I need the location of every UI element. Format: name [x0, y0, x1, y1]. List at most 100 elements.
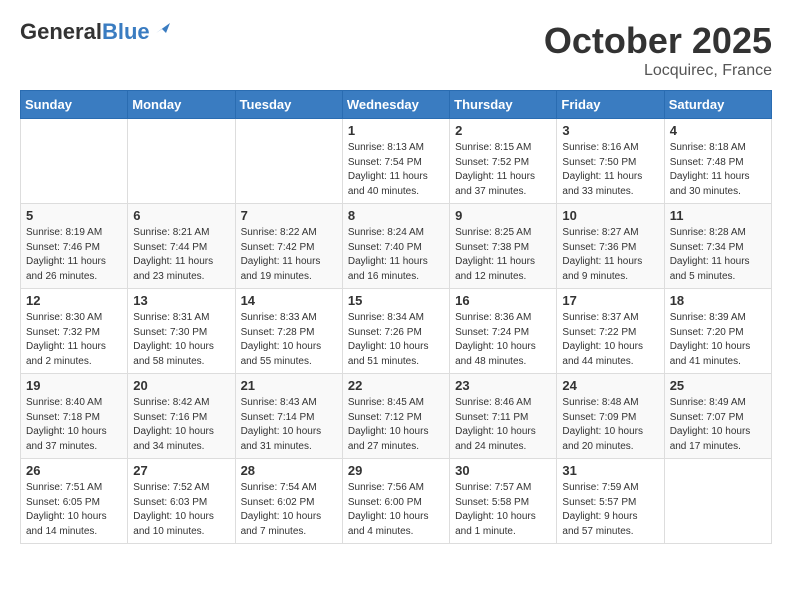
day-number: 15 [348, 293, 444, 308]
calendar-cell: 23 Sunrise: 8:46 AM Sunset: 7:11 PM Dayli… [450, 374, 557, 459]
calendar-cell [235, 119, 342, 204]
week-row-3: 12Sunrise: 8:30 AM Sunset: 7:32 PM Dayli… [21, 289, 772, 374]
calendar-cell: 8Sunrise: 8:24 AM Sunset: 7:40 PM Daylig… [342, 204, 449, 289]
weekday-header-sunday: Sunday [21, 91, 128, 119]
day-info: Sunrise: 7:51 AM Sunset: 6:05 PM Dayligh… [26, 481, 122, 539]
day-number: 22 [348, 378, 444, 393]
day-number: 21 [241, 378, 337, 393]
calendar-cell: 20Sunrise: 8:42 AM Sunset: 7:16 PM Dayli… [128, 374, 235, 459]
day-number: 11 [670, 208, 766, 223]
calendar-cell: 14 Sunrise: 8:33 AM Sunset: 7:28 PM Dayli… [235, 289, 342, 374]
weekday-header-row: SundayMondayTuesdayWednesdayThursdayFrid… [21, 91, 772, 119]
calendar-cell: 26 Sunrise: 7:51 AM Sunset: 6:05 PM Dayli… [21, 459, 128, 544]
day-info: Sunrise: 8:28 AM Sunset: 7:34 PM Dayligh… [670, 226, 766, 284]
calendar-cell: 1 Sunrise: 8:13 AM Sunset: 7:54 PM Daylig… [342, 119, 449, 204]
calendar-cell: 30 Sunrise: 7:57 AM Sunset: 5:58 PM Dayli… [450, 459, 557, 544]
calendar-cell: 6 Sunrise: 8:21 AM Sunset: 7:44 PM Daylig… [128, 204, 235, 289]
day-info: Sunrise: 7:54 AM Sunset: 6:02 PM Dayligh… [241, 481, 337, 539]
day-info: Sunrise: 8:49 AM Sunset: 7:07 PM Dayligh… [670, 396, 766, 454]
calendar-cell: 16 Sunrise: 8:36 AM Sunset: 7:24 PM Dayli… [450, 289, 557, 374]
day-info: Sunrise: 8:31 AM Sunset: 7:30 PM Dayligh… [133, 311, 229, 369]
day-info: Sunrise: 8:25 AM Sunset: 7:38 PM Dayligh… [455, 226, 551, 284]
weekday-header-monday: Monday [128, 91, 235, 119]
day-number: 2 [455, 123, 551, 138]
day-number: 7 [241, 208, 337, 223]
weekday-header-wednesday: Wednesday [342, 91, 449, 119]
calendar-cell: 19Sunrise: 8:40 AM Sunset: 7:18 PM Dayli… [21, 374, 128, 459]
calendar-cell: 21 Sunrise: 8:43 AM Sunset: 7:14 PM Dayli… [235, 374, 342, 459]
day-number: 30 [455, 463, 551, 478]
logo-general: GeneralBlue [20, 20, 150, 44]
day-info: Sunrise: 7:52 AM Sunset: 6:03 PM Dayligh… [133, 481, 229, 539]
calendar-cell [21, 119, 128, 204]
calendar-cell: 5 Sunrise: 8:19 AM Sunset: 7:46 PM Daylig… [21, 204, 128, 289]
weekday-header-thursday: Thursday [450, 91, 557, 119]
day-number: 1 [348, 123, 444, 138]
weekday-header-friday: Friday [557, 91, 664, 119]
day-number: 6 [133, 208, 229, 223]
calendar-cell: 27 Sunrise: 7:52 AM Sunset: 6:03 PM Dayli… [128, 459, 235, 544]
day-number: 17 [562, 293, 658, 308]
calendar-cell: 3 Sunrise: 8:16 AM Sunset: 7:50 PM Daylig… [557, 119, 664, 204]
day-number: 20 [133, 378, 229, 393]
week-row-1: 1 Sunrise: 8:13 AM Sunset: 7:54 PM Daylig… [21, 119, 772, 204]
calendar-cell: 29Sunrise: 7:56 AM Sunset: 6:00 PM Dayli… [342, 459, 449, 544]
calendar-cell: 2 Sunrise: 8:15 AM Sunset: 7:52 PM Daylig… [450, 119, 557, 204]
day-number: 27 [133, 463, 229, 478]
day-info: Sunrise: 8:22 AM Sunset: 7:42 PM Dayligh… [241, 226, 337, 284]
calendar-cell [664, 459, 771, 544]
calendar-cell: 10 Sunrise: 8:27 AM Sunset: 7:36 PM Dayli… [557, 204, 664, 289]
calendar-cell: 11 Sunrise: 8:28 AM Sunset: 7:34 PM Dayli… [664, 204, 771, 289]
day-info: Sunrise: 8:27 AM Sunset: 7:36 PM Dayligh… [562, 226, 658, 284]
day-number: 26 [26, 463, 122, 478]
day-info: Sunrise: 8:18 AM Sunset: 7:48 PM Dayligh… [670, 141, 766, 199]
day-number: 16 [455, 293, 551, 308]
day-info: Sunrise: 8:46 AM Sunset: 7:11 PM Dayligh… [455, 396, 551, 454]
calendar-cell: 4Sunrise: 8:18 AM Sunset: 7:48 PM Daylig… [664, 119, 771, 204]
week-row-2: 5 Sunrise: 8:19 AM Sunset: 7:46 PM Daylig… [21, 204, 772, 289]
logo-bird-icon [152, 19, 170, 37]
day-info: Sunrise: 8:19 AM Sunset: 7:46 PM Dayligh… [26, 226, 122, 284]
day-info: Sunrise: 8:37 AM Sunset: 7:22 PM Dayligh… [562, 311, 658, 369]
week-row-4: 19Sunrise: 8:40 AM Sunset: 7:18 PM Dayli… [21, 374, 772, 459]
calendar-cell: 13 Sunrise: 8:31 AM Sunset: 7:30 PM Dayli… [128, 289, 235, 374]
month-title: October 2025 [544, 20, 772, 62]
day-number: 13 [133, 293, 229, 308]
weekday-header-saturday: Saturday [664, 91, 771, 119]
calendar-cell: 28Sunrise: 7:54 AM Sunset: 6:02 PM Dayli… [235, 459, 342, 544]
day-info: Sunrise: 8:15 AM Sunset: 7:52 PM Dayligh… [455, 141, 551, 199]
day-info: Sunrise: 7:57 AM Sunset: 5:58 PM Dayligh… [455, 481, 551, 539]
title-area: October 2025 Locquirec, France [544, 20, 772, 80]
day-info: Sunrise: 8:21 AM Sunset: 7:44 PM Dayligh… [133, 226, 229, 284]
day-info: Sunrise: 8:13 AM Sunset: 7:54 PM Dayligh… [348, 141, 444, 199]
day-info: Sunrise: 8:16 AM Sunset: 7:50 PM Dayligh… [562, 141, 658, 199]
day-info: Sunrise: 8:39 AM Sunset: 7:20 PM Dayligh… [670, 311, 766, 369]
day-number: 10 [562, 208, 658, 223]
day-number: 9 [455, 208, 551, 223]
day-number: 23 [455, 378, 551, 393]
calendar-cell: 31Sunrise: 7:59 AM Sunset: 5:57 PM Dayli… [557, 459, 664, 544]
calendar-table: SundayMondayTuesdayWednesdayThursdayFrid… [20, 90, 772, 544]
calendar-cell: 24 Sunrise: 8:48 AM Sunset: 7:09 PM Dayli… [557, 374, 664, 459]
calendar-cell: 22Sunrise: 8:45 AM Sunset: 7:12 PM Dayli… [342, 374, 449, 459]
day-info: Sunrise: 8:48 AM Sunset: 7:09 PM Dayligh… [562, 396, 658, 454]
calendar-cell: 7 Sunrise: 8:22 AM Sunset: 7:42 PM Daylig… [235, 204, 342, 289]
day-number: 24 [562, 378, 658, 393]
calendar-cell: 17 Sunrise: 8:37 AM Sunset: 7:22 PM Dayli… [557, 289, 664, 374]
day-number: 8 [348, 208, 444, 223]
day-info: Sunrise: 8:43 AM Sunset: 7:14 PM Dayligh… [241, 396, 337, 454]
day-number: 25 [670, 378, 766, 393]
day-info: Sunrise: 8:36 AM Sunset: 7:24 PM Dayligh… [455, 311, 551, 369]
header: GeneralBlue October 2025 Locquirec, Fran… [20, 20, 772, 80]
day-number: 14 [241, 293, 337, 308]
day-number: 5 [26, 208, 122, 223]
day-number: 3 [562, 123, 658, 138]
calendar-body: 1 Sunrise: 8:13 AM Sunset: 7:54 PM Daylig… [21, 119, 772, 544]
calendar-cell: 9 Sunrise: 8:25 AM Sunset: 7:38 PM Daylig… [450, 204, 557, 289]
calendar-cell: 15 Sunrise: 8:34 AM Sunset: 7:26 PM Dayli… [342, 289, 449, 374]
calendar-cell: 12Sunrise: 8:30 AM Sunset: 7:32 PM Dayli… [21, 289, 128, 374]
day-info: Sunrise: 8:34 AM Sunset: 7:26 PM Dayligh… [348, 311, 444, 369]
day-info: Sunrise: 7:56 AM Sunset: 6:00 PM Dayligh… [348, 481, 444, 539]
week-row-5: 26 Sunrise: 7:51 AM Sunset: 6:05 PM Dayli… [21, 459, 772, 544]
day-info: Sunrise: 8:33 AM Sunset: 7:28 PM Dayligh… [241, 311, 337, 369]
